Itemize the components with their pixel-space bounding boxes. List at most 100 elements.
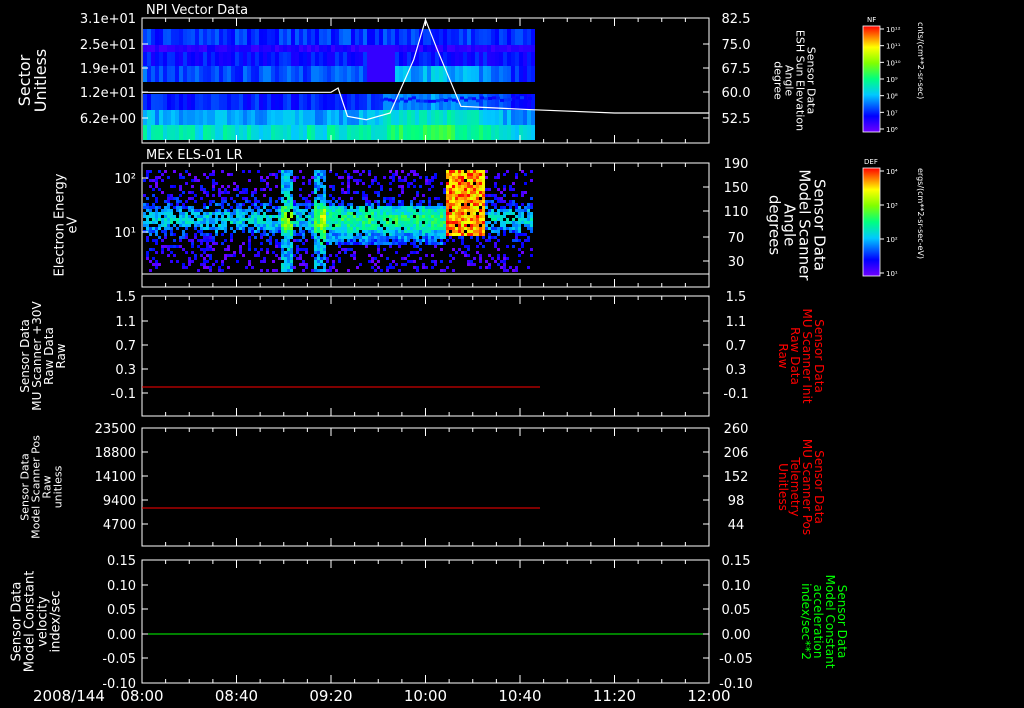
spectro-cell <box>287 185 290 188</box>
spectro-cell <box>458 173 461 176</box>
spectro-cell <box>182 203 185 206</box>
spectro-cell <box>290 245 293 248</box>
spectro-cell <box>152 212 155 215</box>
spectro-cell <box>395 263 398 266</box>
spectro-cell <box>485 266 488 269</box>
left-tick-label: 0.3 <box>115 363 136 378</box>
spectro-cell <box>413 242 416 245</box>
spectro-cell <box>452 218 455 221</box>
spectro-cell <box>386 212 389 215</box>
spectro-cell <box>344 170 347 173</box>
spectro-cell <box>401 188 404 191</box>
spectro-cell <box>347 230 350 233</box>
spectro-cell <box>524 182 527 185</box>
spectro-cell <box>239 29 243 45</box>
spectro-cell <box>388 98 392 102</box>
spectro-cell <box>146 173 149 176</box>
spectro-cell <box>209 173 212 176</box>
spectro-cell <box>207 125 211 140</box>
spectro-cell <box>143 221 146 224</box>
spectro-cell <box>530 224 533 227</box>
spectro-cell <box>455 66 459 82</box>
spectro-cell <box>245 224 248 227</box>
right-tick-label: 110 <box>724 205 749 220</box>
spectro-cell <box>170 209 173 212</box>
spectro-cell <box>194 254 197 257</box>
spectro-cell <box>295 110 299 125</box>
spectro-cell <box>491 257 494 260</box>
spectro-cell <box>374 230 377 233</box>
spectro-cell <box>182 236 185 239</box>
spectro-cell <box>296 248 299 251</box>
spectro-cell <box>471 52 475 66</box>
spectro-cell <box>407 110 411 125</box>
spectro-cell <box>146 203 149 206</box>
spectro-cell <box>479 203 482 206</box>
spectro-cell <box>296 212 299 215</box>
spectro-cell <box>152 221 155 224</box>
spectro-cell <box>326 236 329 239</box>
spectro-cell <box>458 203 461 206</box>
spectro-cell <box>431 254 434 257</box>
spectro-cell <box>377 200 380 203</box>
spectro-cell <box>245 200 248 203</box>
spectro-cell <box>327 94 331 110</box>
spectro-cell <box>209 266 212 269</box>
spectro-cell <box>434 239 437 242</box>
right-tick-label: 206 <box>724 446 749 461</box>
spectro-cell <box>470 173 473 176</box>
spectro-cell <box>176 200 179 203</box>
spectro-cell <box>380 233 383 236</box>
spectro-cell <box>212 194 215 197</box>
spectro-cell <box>236 209 239 212</box>
spectro-cell <box>284 218 287 221</box>
spectro-cell <box>221 233 224 236</box>
spectro-cell <box>146 197 149 200</box>
spectro-cell <box>455 52 459 66</box>
spectro-cell <box>323 257 326 260</box>
spectro-cell <box>443 221 446 224</box>
spectro-cell <box>422 194 425 197</box>
spectro-cell <box>243 29 247 45</box>
spectro-cell <box>452 215 455 218</box>
spectro-cell <box>374 269 377 272</box>
spectro-cell <box>519 45 523 52</box>
spectro-cell <box>383 176 386 179</box>
spectro-cell <box>464 218 467 221</box>
spectro-cell <box>356 221 359 224</box>
spectro-cell <box>195 125 199 140</box>
spectro-cell <box>479 176 482 179</box>
spectro-cell <box>191 125 195 140</box>
spectro-cell <box>223 110 227 125</box>
spectro-cell <box>449 233 452 236</box>
spectro-cell <box>470 233 473 236</box>
panel-2-right-label: Sensor DataModel ScannerAngledegrees <box>766 169 829 281</box>
spectro-cell <box>161 251 164 254</box>
spectro-cell <box>299 194 302 197</box>
spectro-cell <box>275 110 279 125</box>
spectro-cell <box>212 170 215 173</box>
spectro-cell <box>283 29 287 45</box>
spectro-cell <box>215 218 218 221</box>
spectro-cell <box>479 257 482 260</box>
spectro-cell <box>455 230 458 233</box>
spectro-cell <box>271 66 275 82</box>
spectro-cell <box>443 110 447 125</box>
spectro-cell <box>368 260 371 263</box>
spectro-cell <box>209 239 212 242</box>
spectro-cell <box>236 221 239 224</box>
spectro-cell <box>377 239 380 242</box>
spectro-cell <box>221 197 224 200</box>
spectro-cell <box>149 233 152 236</box>
spectro-cell <box>464 212 467 215</box>
spectro-cell <box>407 239 410 242</box>
spectro-cell <box>167 254 170 257</box>
spectro-cell <box>185 251 188 254</box>
spectro-cell <box>443 125 447 140</box>
spectro-cell <box>247 110 251 125</box>
spectro-cell <box>179 221 182 224</box>
spectro-cell <box>227 52 231 66</box>
spectro-cell <box>425 242 428 245</box>
spectro-cell <box>329 209 332 212</box>
spectro-cell <box>266 233 269 236</box>
